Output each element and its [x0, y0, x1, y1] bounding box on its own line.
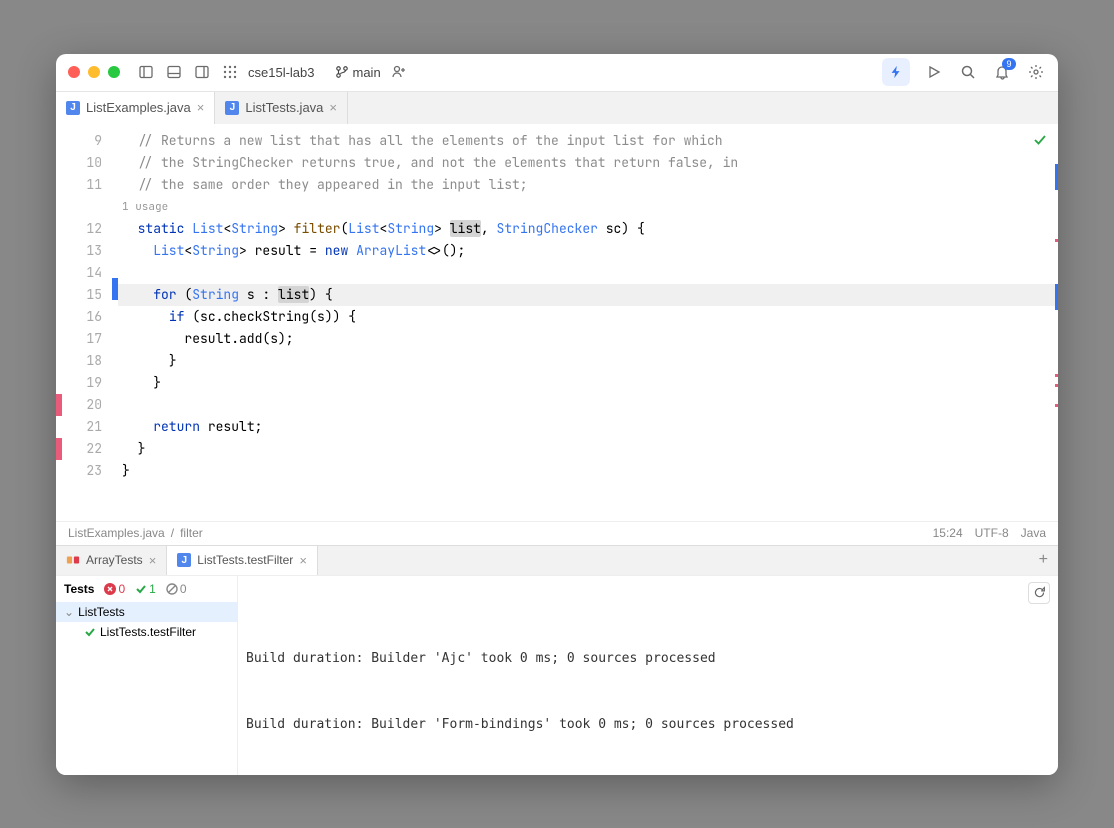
build-output-console[interactable]: Build duration: Builder 'Ajc' took 0 ms;… — [238, 576, 1058, 775]
test-config-icon — [66, 553, 80, 567]
close-icon[interactable]: × — [299, 553, 307, 568]
java-file-icon: J — [177, 553, 191, 567]
close-icon[interactable]: × — [197, 100, 205, 115]
test-tree-root[interactable]: ⌄ ListTests — [56, 602, 237, 622]
maximize-window-button[interactable] — [108, 66, 120, 78]
failed-count[interactable]: 0 — [104, 582, 125, 596]
bottom-panel-icon[interactable] — [164, 62, 184, 82]
branch-label: main — [353, 65, 381, 80]
java-file-icon: J — [66, 101, 80, 115]
sidebar-left-icon[interactable] — [136, 62, 156, 82]
ai-bolt-button[interactable] — [882, 58, 910, 86]
ignored-count[interactable]: 0 — [166, 582, 187, 596]
test-pass-icon — [84, 626, 96, 638]
breadcrumb-bar: ListExamples.java / filter 15:24 UTF-8 J… — [56, 521, 1058, 545]
java-file-icon: J — [225, 101, 239, 115]
editor-tab-bar: J ListExamples.java × J ListTests.java × — [56, 92, 1058, 124]
editor-tab-label: ListExamples.java — [86, 100, 191, 115]
close-icon[interactable]: × — [149, 553, 157, 568]
close-window-button[interactable] — [68, 66, 80, 78]
error-stripe[interactable] — [1050, 124, 1058, 521]
editor-tab-listexamples[interactable]: J ListExamples.java × — [56, 92, 215, 124]
test-class-label: ListTests — [78, 605, 125, 619]
test-tree-item[interactable]: ListTests.testFilter — [56, 622, 237, 642]
breadcrumb-file[interactable]: ListExamples.java — [68, 526, 165, 540]
add-panel-tab-button[interactable]: + — [1029, 546, 1058, 575]
editor-tab-label: ListTests.java — [245, 100, 323, 115]
line-number-gutter: 9 10 11 12 13 14 15 16 17 18 19 20 21 22… — [62, 124, 112, 521]
file-encoding[interactable]: UTF-8 — [975, 526, 1009, 540]
test-tree: Tests 0 1 0 ⌄ ListTests ListTests.testFi… — [56, 576, 238, 775]
reload-button[interactable] — [1028, 582, 1050, 604]
current-line: for (String s : list) { — [118, 284, 1058, 306]
panel-tab-listtests-testfilter[interactable]: J ListTests.testFilter × — [167, 546, 318, 575]
close-icon[interactable]: × — [329, 100, 337, 115]
sidebar-right-icon[interactable] — [192, 62, 212, 82]
panel-tab-arraytests[interactable]: ArrayTests × — [56, 546, 167, 575]
editor-tab-listtests[interactable]: J ListTests.java × — [215, 92, 348, 124]
ide-window: cse15l-lab3 main 9 J ListExamples.java ×… — [56, 54, 1058, 775]
branch-icon — [335, 65, 349, 79]
tests-title: Tests — [64, 582, 94, 596]
breadcrumb-symbol[interactable]: filter — [180, 526, 203, 540]
vcs-branch[interactable]: main — [335, 65, 381, 80]
chevron-down-icon: ⌄ — [64, 605, 74, 619]
minimize-window-button[interactable] — [88, 66, 100, 78]
code-editor[interactable]: 9 10 11 12 13 14 15 16 17 18 19 20 21 22… — [56, 124, 1058, 521]
code-content[interactable]: // Returns a new list that has all the e… — [118, 124, 1058, 521]
console-line: Build duration: Builder 'Ajc' took 0 ms;… — [246, 648, 1050, 670]
add-user-icon[interactable] — [389, 62, 409, 82]
file-language[interactable]: Java — [1021, 526, 1046, 540]
notification-count-badge: 9 — [1002, 58, 1016, 70]
apps-grid-icon[interactable] — [220, 62, 240, 82]
console-line: Build duration: Builder 'Form-bindings' … — [246, 714, 1050, 736]
search-icon[interactable] — [958, 62, 978, 82]
panel-tab-label: ArrayTests — [86, 553, 143, 567]
panel-tab-label: ListTests.testFilter — [197, 553, 293, 567]
validation-checkmark-icon[interactable] — [1032, 132, 1048, 152]
test-method-label: ListTests.testFilter — [100, 625, 196, 639]
passed-count[interactable]: 1 — [135, 582, 156, 596]
traffic-lights — [68, 66, 120, 78]
cursor-position[interactable]: 15:24 — [933, 526, 963, 540]
project-name[interactable]: cse15l-lab3 — [248, 65, 315, 80]
test-summary: Tests 0 1 0 — [56, 576, 237, 602]
usage-hint[interactable]: 1 usage — [118, 196, 1058, 218]
tool-panel-tabs: ArrayTests × J ListTests.testFilter × + — [56, 545, 1058, 575]
notifications-icon[interactable]: 9 — [992, 62, 1012, 82]
test-results-panel: Tests 0 1 0 ⌄ ListTests ListTests.testFi… — [56, 575, 1058, 775]
run-icon[interactable] — [924, 62, 944, 82]
titlebar: cse15l-lab3 main 9 — [56, 54, 1058, 92]
settings-gear-icon[interactable] — [1026, 62, 1046, 82]
